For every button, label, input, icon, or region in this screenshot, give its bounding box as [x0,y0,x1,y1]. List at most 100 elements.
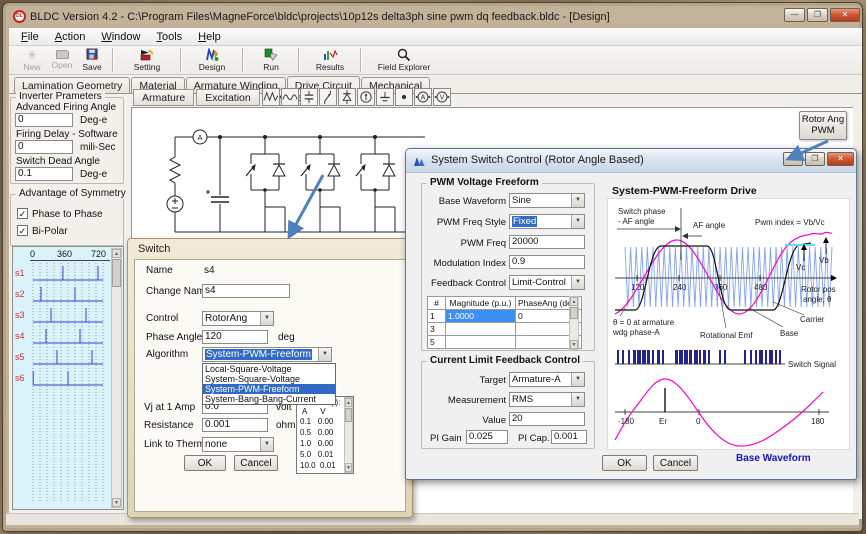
pi-cap-input[interactable]: 0.001 [551,430,587,444]
svg-text:240: 240 [673,283,687,292]
switch-dialog: Switch Name s4 Change Name s4 Control Ro… [127,238,413,518]
chevron-down-icon[interactable] [260,438,273,451]
run-button[interactable]: Run [249,47,293,74]
device-vi-header: A V [302,407,326,416]
subtab-excitation[interactable]: Excitation [196,89,260,106]
resistance-input[interactable]: 0.001 [202,418,268,432]
algorithm-option[interactable]: Local-Square-Voltage [203,364,335,374]
scroll-thumb[interactable] [345,408,352,422]
harmonics-table[interactable]: # Magnitude (p.u.) PhaseAng (deg) 1 1.00… [427,296,582,349]
minimize-icon[interactable]: — [784,8,805,22]
close-icon[interactable]: ✕ [830,8,860,22]
feedback-control-select[interactable]: Limit-Control [509,275,585,290]
link-to-thermal-value: none [205,439,227,450]
link-to-thermal-select[interactable]: none [202,437,274,452]
chevron-down-icon[interactable] [260,312,273,325]
control-select[interactable]: RotorAng [202,311,274,326]
chevron-down-icon[interactable] [571,393,584,406]
scroll-down-icon[interactable] [112,498,121,507]
algorithm-option[interactable]: System-Bang-Bang-Current [203,394,335,404]
pwm-freq-style-select[interactable]: Fixed [509,214,585,229]
base-waveform-select[interactable]: Sine [509,193,585,208]
change-name-input[interactable]: s4 [202,284,290,298]
cancel-button[interactable]: Cancel [234,455,278,471]
table-row[interactable]: 3 [428,323,582,336]
maximize-icon[interactable]: ❐ [805,152,825,166]
current-limit-group: Current Limit Feedback Control Target Ar… [421,361,595,449]
node-dot-icon[interactable] [395,88,413,106]
device-vi-listbox[interactable]: Device V(i): A V 0.1 0.00 0.5 0.00 1.0 0… [296,396,354,474]
scroll-up-icon[interactable] [570,297,578,306]
subtab-armature[interactable]: Armature [133,89,194,106]
rotor-ang-pwm-button[interactable]: Rotor Ang PWM [799,111,847,140]
cancel-button[interactable]: Cancel [653,455,698,471]
phase-angle-input[interactable]: 120 [202,330,268,344]
minimize-icon[interactable]: — [783,152,803,166]
menu-action[interactable]: Action [47,30,94,44]
target-select[interactable]: Armature-A [509,372,585,387]
save-button[interactable]: Save [77,47,107,74]
table-scrollbar[interactable] [569,296,579,350]
menu-tools[interactable]: Tools [148,30,190,44]
scroll-down-icon[interactable] [570,340,578,349]
menu-window[interactable]: Window [93,30,148,44]
firing-delay-input[interactable]: 0 [15,140,73,154]
timing-tick-0: 0 [30,249,35,259]
design-button[interactable]: Design [187,47,237,74]
switch-dialog-title: Switch [138,243,170,255]
svg-text:θ = 0 at armature: θ = 0 at armature [613,318,675,327]
timing-tick-360: 360 [57,249,72,259]
close-icon[interactable]: ✕ [827,152,854,166]
table-row[interactable]: 1 1.0000 0 [428,310,582,323]
ok-button[interactable]: OK [602,455,647,471]
sine-wave-source-icon[interactable] [281,88,299,106]
ok-button[interactable]: OK [184,455,226,471]
advanced-firing-angle-input[interactable]: 0 [15,113,73,127]
scroll-down-icon[interactable] [345,463,352,472]
timing-row-label: s5 [15,352,25,362]
voltmeter-icon[interactable]: V [433,88,451,106]
modulation-index-input[interactable]: 0.9 [509,255,585,269]
bi-polar-checkbox[interactable] [17,225,28,236]
switch-dead-angle-input[interactable]: 0.1 [15,167,73,181]
diode-icon[interactable] [338,88,356,106]
svg-text:- AF angle: - AF angle [618,217,655,226]
measurement-select[interactable]: RMS [509,392,585,407]
device-vi-scrollbar[interactable] [344,397,353,473]
algorithm-select[interactable]: System-PWM-Freeform [202,347,332,362]
algorithm-option[interactable]: System-Square-Voltage [203,374,335,384]
pwm-freq-input[interactable]: 20000 [509,235,585,249]
window-title: BLDC Version 4.2 - C:\Program Files\Magn… [30,11,610,23]
chevron-down-icon[interactable] [571,215,584,228]
capacitor-icon[interactable] [300,88,318,106]
chevron-down-icon[interactable] [318,348,331,361]
scroll-up-icon[interactable] [345,398,352,407]
scroll-up-icon[interactable] [112,249,121,258]
phase-to-phase-checkbox[interactable] [17,208,28,219]
menu-help[interactable]: Help [190,30,229,44]
setting-button[interactable]: Setting [119,47,175,74]
menu-file[interactable]: File [13,30,47,44]
chevron-down-icon[interactable] [571,373,584,386]
algorithm-option-selected[interactable]: System-PWM-Freeform [203,384,335,394]
value-label: Value [422,415,506,426]
timing-scrollbar[interactable] [111,248,122,508]
ground-icon[interactable] [376,88,394,106]
ammeter-icon[interactable]: A [414,88,432,106]
switch-icon[interactable] [319,88,337,106]
field-explorer-button[interactable]: Field Explorer [367,47,441,74]
triangle-wave-source-icon[interactable] [262,88,280,106]
maximize-icon[interactable]: ❐ [807,8,828,22]
value-input[interactable]: 20 [509,412,585,426]
chevron-down-icon[interactable] [571,276,584,289]
scroll-thumb[interactable] [112,259,121,287]
svg-text:0: 0 [696,417,701,426]
app-icon: DL [13,10,26,23]
chevron-down-icon[interactable] [571,194,584,207]
inverter-schematic[interactable]: A [140,112,430,242]
pi-gain-input[interactable]: 0.025 [466,430,508,444]
scroll-thumb[interactable] [570,307,578,319]
results-button[interactable]: Results [305,47,355,74]
table-row[interactable]: 5 [428,336,582,349]
current-source-icon[interactable] [357,88,375,106]
